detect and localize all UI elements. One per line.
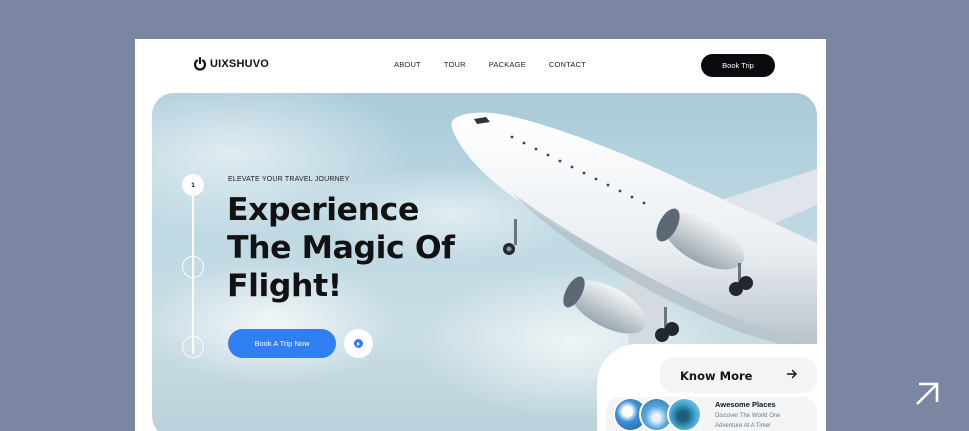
book-trip-button[interactable]: Book Trip xyxy=(701,54,775,77)
play-icon xyxy=(354,339,363,348)
place-thumbnail-3 xyxy=(667,397,702,431)
awesome-places-description: Discover The World One Adventure At A Ti… xyxy=(715,413,781,429)
hero-eyebrow: ELEVATE YOUR TRAVEL JOURNEY xyxy=(228,176,350,183)
awesome-places-title: Awesome Places xyxy=(715,400,776,409)
know-more-title[interactable]: Know More xyxy=(680,369,752,383)
nav-item-package[interactable]: PACKAGE xyxy=(489,60,526,69)
headline-line-2: The Magic Of xyxy=(227,230,455,266)
step-indicator-3[interactable]: 3 xyxy=(182,336,204,358)
brand-logo[interactable]: UIXSHUVO xyxy=(193,57,269,71)
arrow-right-icon[interactable] xyxy=(786,368,798,380)
nav-item-tour[interactable]: TOUR xyxy=(444,60,466,69)
power-logo-icon xyxy=(193,57,207,71)
main-nav: ABOUT TOUR PACKAGE CONTACT xyxy=(394,60,586,69)
nav-item-contact[interactable]: CONTACT xyxy=(549,60,586,69)
step-indicator-1[interactable]: 1 xyxy=(182,174,204,196)
play-button[interactable] xyxy=(344,329,373,358)
hero-headline: Experience The Magic Of Flight! xyxy=(227,191,487,305)
headline-line-3: Flight! xyxy=(227,268,342,304)
arrow-up-right-icon[interactable] xyxy=(913,380,941,408)
book-a-trip-now-button[interactable]: Book A Trip Now xyxy=(228,329,336,358)
brand-name: UIXSHUVO xyxy=(210,58,270,70)
landing-page-card: UIXSHUVO ABOUT TOUR PACKAGE CONTACT Book… xyxy=(135,39,826,431)
step-indicator-2[interactable]: 2 xyxy=(182,256,204,278)
headline-line-1: Experience xyxy=(227,192,419,228)
nav-item-about[interactable]: ABOUT xyxy=(394,60,421,69)
